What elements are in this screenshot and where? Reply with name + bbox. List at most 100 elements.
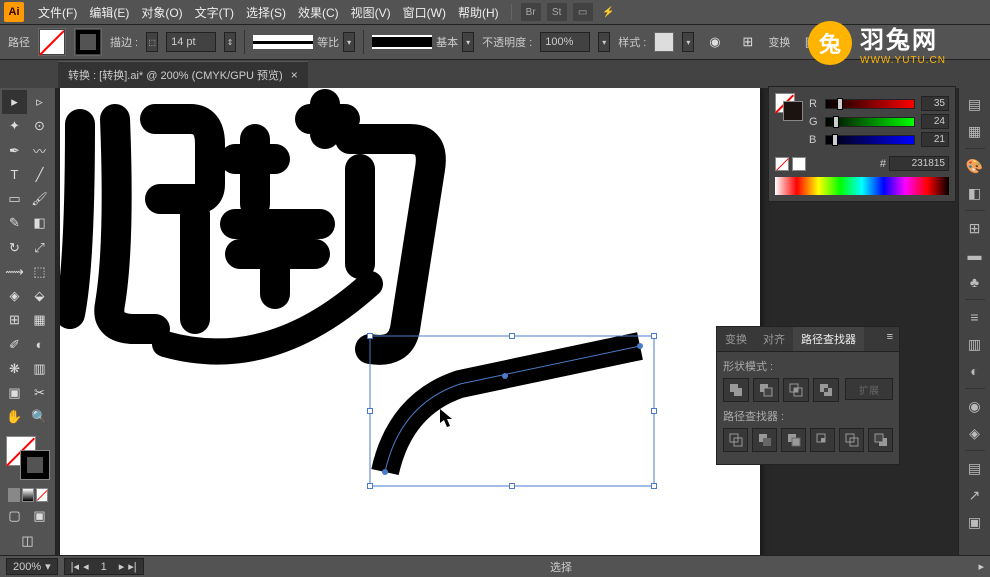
menu-type[interactable]: 文字(T) (189, 4, 240, 21)
zoom-tool[interactable]: 🔍 (27, 405, 52, 429)
scale-tool[interactable]: ⤢ (27, 236, 52, 260)
direct-selection-tool[interactable]: ▹ (27, 90, 52, 114)
selection-tool[interactable]: ▸ (2, 90, 27, 114)
slice-tool[interactable]: ✂ (27, 381, 52, 405)
color-guide-icon[interactable]: ◧ (963, 181, 987, 205)
menu-select[interactable]: 选择(S) (240, 4, 292, 21)
menu-window[interactable]: 窗口(W) (397, 4, 452, 21)
screen-mode-full[interactable]: ▣ (27, 504, 52, 528)
color-icon[interactable]: 🎨 (963, 154, 987, 178)
hex-input[interactable] (889, 156, 949, 171)
color-spectrum[interactable] (775, 177, 949, 195)
gradient-icon[interactable]: ▥ (963, 332, 987, 356)
layers-icon[interactable]: ▤ (963, 456, 987, 480)
white-swatch[interactable] (792, 157, 806, 171)
fill-stroke-proxy[interactable] (6, 436, 50, 480)
opacity-dropdown[interactable]: ▾ (598, 32, 610, 52)
selection-handle[interactable] (651, 483, 657, 489)
selection-handle[interactable] (509, 333, 515, 339)
nav-prev-icon[interactable]: ◂ (83, 560, 89, 573)
g-value[interactable] (921, 114, 949, 129)
properties-icon[interactable]: ▤ (963, 92, 987, 116)
transparency-icon[interactable]: ◐ (963, 359, 987, 383)
style-swatch[interactable] (654, 32, 674, 52)
menu-effect[interactable]: 效果(C) (292, 4, 345, 21)
type-tool[interactable]: T (2, 163, 27, 187)
artboards-icon[interactable]: ▣ (963, 510, 987, 534)
selection-handle[interactable] (367, 483, 373, 489)
tab-transform[interactable]: 变换 (717, 327, 755, 351)
expand-button[interactable]: 扩展 (845, 378, 893, 400)
selection-handle[interactable] (509, 483, 515, 489)
r-slider[interactable] (825, 99, 915, 109)
document-tab[interactable]: 转换 : [转换].ai* @ 200% (CMYK/GPU 预览) × (58, 61, 308, 88)
none-swatch[interactable] (775, 157, 789, 171)
brush-picker[interactable]: 基本 ▾ (372, 32, 474, 52)
screen-mode-normal[interactable]: ▢ (2, 504, 27, 528)
arrange-icon[interactable]: ▭ (573, 3, 593, 21)
free-transform-tool[interactable]: ⬚ (27, 260, 52, 284)
stroke-swatch[interactable] (74, 28, 102, 56)
hand-tool[interactable]: ✋ (2, 405, 27, 429)
artboard-tool[interactable]: ▣ (2, 381, 27, 405)
width-tool[interactable]: ⟿ (2, 260, 27, 284)
tab-pathfinder[interactable]: 路径查找器 (793, 327, 864, 351)
close-tab-icon[interactable]: × (291, 68, 298, 82)
trim-button[interactable] (752, 428, 777, 452)
g-slider[interactable] (825, 117, 915, 127)
unite-button[interactable] (723, 378, 749, 402)
menu-help[interactable]: 帮助(H) (452, 4, 505, 21)
artboard-nav[interactable]: |◂ ◂ 1 ▸ ▸| (64, 558, 144, 575)
intersect-button[interactable] (783, 378, 809, 402)
zoom-level[interactable]: 200%▾ (6, 558, 58, 575)
brushes-icon[interactable]: ▬ (963, 243, 987, 267)
stroke-weight-input[interactable] (166, 32, 216, 52)
selection-handle[interactable] (367, 333, 373, 339)
selection-handle[interactable] (651, 333, 657, 339)
minus-front-button[interactable] (753, 378, 779, 402)
style-dropdown[interactable]: ▾ (682, 32, 694, 52)
recolor-icon[interactable]: ◉ (702, 30, 727, 54)
outline-button[interactable] (839, 428, 864, 452)
rotate-tool[interactable]: ↻ (2, 236, 27, 260)
shape-builder-tool[interactable]: ◈ (2, 284, 27, 308)
blend-tool[interactable]: ◐ (27, 333, 52, 357)
stroke-profile-picker[interactable]: 等比 ▾ (253, 32, 355, 52)
align-icon[interactable]: ⊞ (735, 30, 760, 54)
nav-next-icon[interactable]: ▸ (119, 560, 125, 573)
stroke-weight-stepper[interactable]: ⇕ (224, 32, 236, 52)
symbols-icon[interactable]: ♣ (963, 270, 987, 294)
graphic-styles-icon[interactable]: ◈ (963, 421, 987, 445)
swatches-icon[interactable]: ⊞ (963, 216, 987, 240)
stroke-weight-link[interactable]: ⬚ (146, 32, 158, 52)
libraries-icon[interactable]: ▦ (963, 119, 987, 143)
perspective-tool[interactable]: ⬙ (27, 284, 52, 308)
symbol-sprayer-tool[interactable]: ❋ (2, 357, 27, 381)
shaper-tool[interactable]: ✎ (2, 211, 27, 235)
selection-handle[interactable] (651, 408, 657, 414)
r-value[interactable] (921, 96, 949, 111)
nav-last-icon[interactable]: ▸| (128, 560, 136, 573)
opacity-input[interactable] (540, 32, 590, 52)
selection-handle[interactable] (367, 408, 373, 414)
gradient-tool[interactable]: ▦ (27, 308, 52, 332)
divide-button[interactable] (723, 428, 748, 452)
menu-file[interactable]: 文件(F) (32, 4, 83, 21)
fill-swatch[interactable] (38, 28, 66, 56)
magic-wand-tool[interactable]: ✦ (2, 114, 27, 138)
gpu-icon[interactable]: ⚡ (599, 3, 619, 21)
nav-first-icon[interactable]: |◂ (71, 560, 79, 573)
bridge-icon[interactable]: Br (521, 3, 541, 21)
panel-menu-icon[interactable]: ≡ (881, 327, 899, 351)
minus-back-button[interactable] (868, 428, 893, 452)
lasso-tool[interactable]: ⊙ (27, 114, 52, 138)
stock-icon[interactable]: St (547, 3, 567, 21)
b-value[interactable] (921, 132, 949, 147)
transform-label[interactable]: 变换 (768, 34, 790, 50)
stroke-icon[interactable]: ≡ (963, 305, 987, 329)
line-tool[interactable]: ╱ (27, 163, 52, 187)
tab-align[interactable]: 对齐 (755, 327, 793, 351)
status-menu-icon[interactable]: ▸ (978, 560, 984, 573)
rectangle-tool[interactable]: ▭ (2, 187, 27, 211)
appearance-icon[interactable]: ◉ (963, 394, 987, 418)
